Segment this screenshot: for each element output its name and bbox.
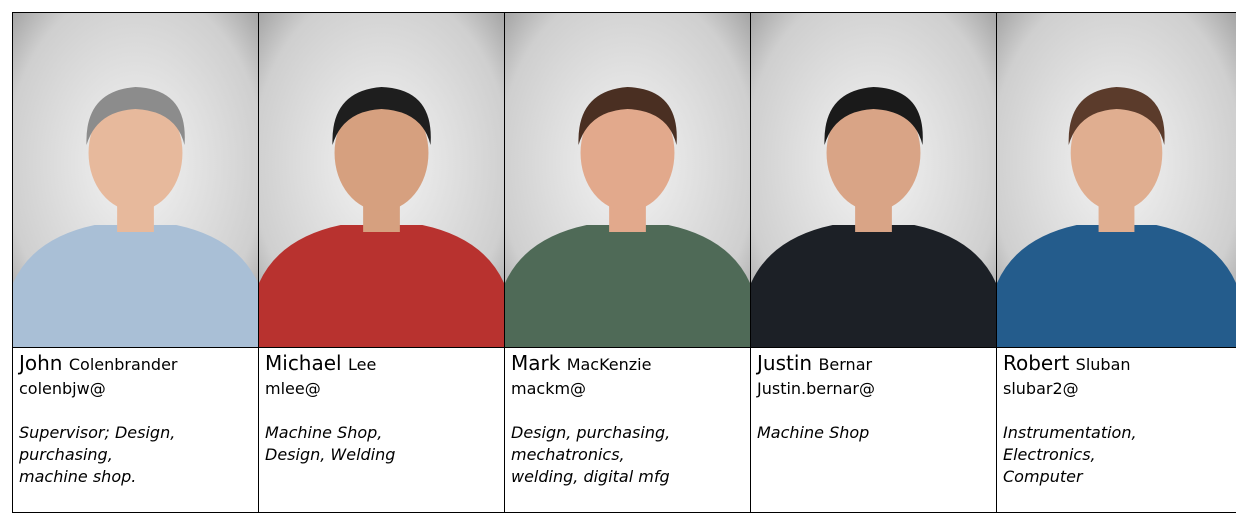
photo-cell [259, 13, 505, 348]
portrait-photo [259, 13, 504, 347]
last-name: MacKenzie [567, 355, 652, 374]
role-description: Machine Shop [757, 422, 996, 444]
role-line: Machine Shop [757, 422, 996, 444]
last-name: Lee [348, 355, 376, 374]
portrait-photo [13, 13, 258, 347]
first-name: John [19, 351, 63, 375]
info-cell-michael-lee: Michael Lee mlee@ Machine Shop, Design, … [259, 348, 505, 513]
role-line: mechatronics, [511, 444, 750, 466]
last-name: Sluban [1076, 355, 1131, 374]
shirt [259, 225, 504, 347]
role-line: Electronics, [1003, 444, 1236, 466]
info-cell-john-colenbrander: John Colenbrander colenbjw@ Supervisor; … [13, 348, 259, 513]
role-line: Computer [1003, 466, 1236, 488]
photo-cell [751, 13, 997, 348]
last-name: Colenbrander [69, 355, 178, 374]
email: mackm@ [511, 378, 750, 400]
shirt [13, 225, 258, 347]
shirt [505, 225, 750, 347]
role-line: machine shop. [19, 466, 258, 488]
person-name: Justin Bernar [757, 352, 996, 376]
email: Justin.bernar@ [757, 378, 996, 400]
role-line: purchasing, [19, 444, 258, 466]
headshot-justin-bernar [751, 13, 996, 347]
email: mlee@ [265, 378, 504, 400]
email: slubar2@ [1003, 378, 1236, 400]
shirt [751, 225, 996, 347]
headshot-mark-mackenzie [505, 13, 750, 347]
photo-row [13, 13, 1236, 348]
staff-table: John Colenbrander colenbjw@ Supervisor; … [12, 12, 1236, 513]
role-line: Instrumentation, [1003, 422, 1236, 444]
role-line: Design, Welding [265, 444, 504, 466]
info-cell-robert-sluban: Robert Sluban slubar2@ Instrumentation, … [997, 348, 1236, 513]
person-name: John Colenbrander [19, 352, 258, 376]
portrait-photo [505, 13, 750, 347]
headshot-michael-lee [259, 13, 504, 347]
role-description: Machine Shop, Design, Welding [265, 422, 504, 466]
first-name: Michael [265, 351, 342, 375]
portrait-photo [751, 13, 996, 347]
person-name: Michael Lee [265, 352, 504, 376]
last-name: Bernar [818, 355, 872, 374]
role-description: Design, purchasing, mechatronics, weldin… [511, 422, 750, 488]
info-row: John Colenbrander colenbjw@ Supervisor; … [13, 348, 1236, 513]
role-line: Machine Shop, [265, 422, 504, 444]
photo-cell [13, 13, 259, 348]
headshot-john-colenbrander [13, 13, 258, 347]
photo-cell [997, 13, 1236, 348]
role-description: Supervisor; Design, purchasing, machine … [19, 422, 258, 488]
email: colenbjw@ [19, 378, 258, 400]
role-line: Supervisor; Design, [19, 422, 258, 444]
person-name: Robert Sluban [1003, 352, 1236, 376]
info-cell-justin-bernar: Justin Bernar Justin.bernar@ Machine Sho… [751, 348, 997, 513]
info-cell-mark-mackenzie: Mark MacKenzie mackm@ Design, purchasing… [505, 348, 751, 513]
role-line: Design, purchasing, [511, 422, 750, 444]
role-line: welding, digital mfg [511, 466, 750, 488]
role-description: Instrumentation, Electronics, Computer [1003, 422, 1236, 488]
first-name: Mark [511, 351, 560, 375]
first-name: Justin [757, 351, 812, 375]
headshot-robert-sluban [997, 13, 1236, 347]
shirt [997, 225, 1236, 347]
portrait-photo [997, 13, 1236, 347]
photo-cell [505, 13, 751, 348]
first-name: Robert [1003, 351, 1069, 375]
person-name: Mark MacKenzie [511, 352, 750, 376]
